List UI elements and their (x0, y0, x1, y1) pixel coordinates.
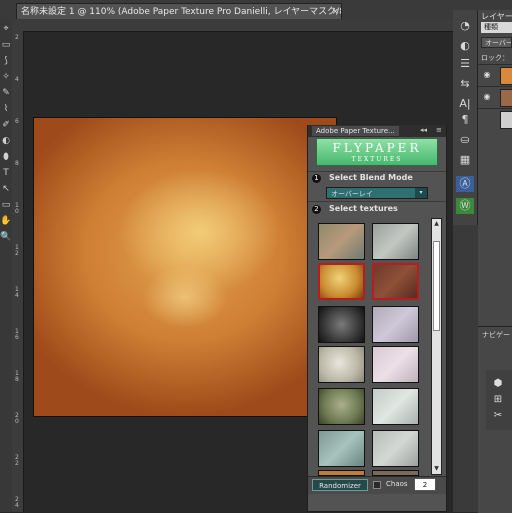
adjustments-panel-icon[interactable]: ◐ (456, 38, 474, 54)
document-image[interactable] (34, 118, 336, 416)
texture-thumbnail[interactable] (318, 306, 365, 343)
lock-label: ロック： (481, 54, 509, 62)
scrollbar-thumb[interactable] (433, 241, 440, 331)
layer-thumbnail (500, 89, 512, 107)
texture-thumbnail[interactable] (372, 388, 419, 425)
texture-thumbnail[interactable] (318, 223, 365, 260)
collapse-icon[interactable]: ◂◂ (420, 126, 427, 134)
eraser-tool-icon[interactable]: ⌇ (0, 102, 12, 116)
eye-icon[interactable]: ◉ (482, 92, 492, 102)
eye-icon[interactable]: ◉ (482, 70, 492, 80)
path-select-tool-icon[interactable]: ↖ (0, 182, 12, 196)
texture-thumbnail[interactable] (372, 306, 419, 343)
logo-sub-text: TEXTURES (351, 156, 403, 163)
blend-mode-dropdown[interactable]: オーバーレイ ▾ (326, 187, 428, 199)
ruler-mark: 4 (15, 76, 19, 83)
texture-thumbnail[interactable] (372, 223, 419, 260)
clone-source-panel-icon[interactable]: ⛀ (456, 132, 474, 148)
select-blend-mode-label: Select Blend Mode (329, 173, 413, 182)
dodge-tool-icon[interactable]: ◐ (0, 134, 12, 148)
ruler-mark: 6 (15, 118, 19, 125)
select-textures-label: Select textures (329, 204, 398, 213)
layer-thumbnail (500, 67, 512, 85)
navigator-tab[interactable]: ナビゲー (482, 330, 510, 340)
vertical-ruler: 2 4 6 8 1 0 1 2 1 4 1 6 1 8 2 0 2 2 2 4 (12, 31, 24, 512)
ruler-mark: 6 (15, 334, 19, 341)
ruler-mark: 0 (15, 418, 19, 425)
texture-thumbnail[interactable] (318, 346, 365, 383)
flypaper-extension-icon[interactable]: Ⓦ (456, 198, 474, 214)
ruler-mark: 2 (15, 460, 19, 467)
zoom-tool-icon[interactable]: 🔍 (0, 230, 12, 244)
pen-tool-icon[interactable]: ✐ (0, 118, 12, 132)
layer-filter-field[interactable]: 種類 (481, 22, 512, 33)
3d-panel-icon[interactable]: ⬢ (490, 376, 506, 392)
texture-thumbnail[interactable] (318, 430, 365, 467)
tab-close-icon[interactable]: × (331, 4, 339, 19)
grid-panel-icon[interactable]: ⊞ (490, 392, 506, 408)
actions-panel-icon[interactable]: ▦ (456, 152, 474, 168)
tool-presets-icon[interactable]: ✂ (490, 408, 506, 424)
layer-thumbnail (500, 111, 512, 129)
flypaper-logo: FLYPAPER TEXTURES (316, 138, 438, 166)
texture-thumbnail-selected[interactable] (372, 263, 419, 300)
blend-mode-value: オーバーレイ (331, 190, 373, 198)
ruler-mark: 2 (15, 34, 19, 41)
gradient-tool-icon[interactable]: ⬮ (0, 150, 12, 164)
lasso-tool-icon[interactable]: ⟆ (0, 54, 12, 68)
document-tab-title: 名称未設定 1 @ 110% (Adobe Paper Texture Pro … (21, 7, 342, 17)
flypaper-panel-title[interactable]: Adobe Paper Texture... (312, 126, 399, 136)
logo-main-text: FLYPAPER (332, 141, 422, 155)
shape-tool-icon[interactable]: ▭ (0, 198, 12, 212)
texture-thumbnail[interactable] (372, 430, 419, 467)
scroll-down-icon[interactable]: ▼ (432, 464, 441, 474)
step-2-badge: 2 (312, 205, 321, 214)
marquee-tool-icon[interactable]: ▭ (0, 38, 12, 52)
ruler-mark: 2 (15, 250, 19, 257)
hand-tool-icon[interactable]: ✋ (0, 214, 12, 228)
texture-thumbnail[interactable] (318, 388, 365, 425)
brush-panel-icon[interactable]: ⇆ (456, 76, 474, 92)
chevron-down-icon[interactable]: ▾ (415, 188, 427, 198)
character-panel-icon[interactable]: A| (456, 96, 474, 112)
texture-thumbnail-selected[interactable] (318, 263, 365, 300)
step-1-badge: 1 (312, 174, 321, 183)
type-tool-icon[interactable]: T (0, 166, 12, 180)
ruler-mark: 8 (15, 160, 19, 167)
panel-menu-icon[interactable]: ≡ (436, 126, 442, 134)
randomizer-button[interactable]: Randomizer (312, 479, 368, 491)
properties-panel-icon[interactable]: ☰ (456, 56, 474, 72)
texture-thumbnail[interactable] (372, 346, 419, 383)
chaos-input[interactable]: 2 (414, 478, 436, 491)
layers-tab[interactable]: レイヤー (481, 11, 512, 22)
layer-blend-select[interactable]: オーバー (481, 37, 512, 48)
chaos-label: Chaos (386, 480, 408, 488)
ruler-mark: 4 (15, 292, 19, 299)
scroll-up-icon[interactable]: ▲ (432, 219, 441, 229)
ruler-mark: 4 (15, 502, 19, 509)
extension-panel-icon[interactable]: Ⓐ (456, 176, 474, 192)
horizontal-ruler (12, 20, 453, 32)
move-tool-icon[interactable]: ⌖ (0, 22, 12, 36)
ruler-mark: 0 (15, 208, 19, 215)
textures-scrollbar[interactable]: ▲ ▼ (431, 218, 442, 475)
ruler-mark: 8 (15, 376, 19, 383)
chaos-checkbox[interactable] (373, 481, 381, 489)
paragraph-panel-icon[interactable]: ¶ (456, 112, 474, 128)
magic-wand-tool-icon[interactable]: ✧ (0, 70, 12, 84)
brush-tool-icon[interactable]: ✎ (0, 86, 12, 100)
history-panel-icon[interactable]: ◔ (456, 18, 474, 34)
document-tab[interactable]: 名称未設定 1 @ 110% (Adobe Paper Texture Pro … (16, 3, 342, 19)
